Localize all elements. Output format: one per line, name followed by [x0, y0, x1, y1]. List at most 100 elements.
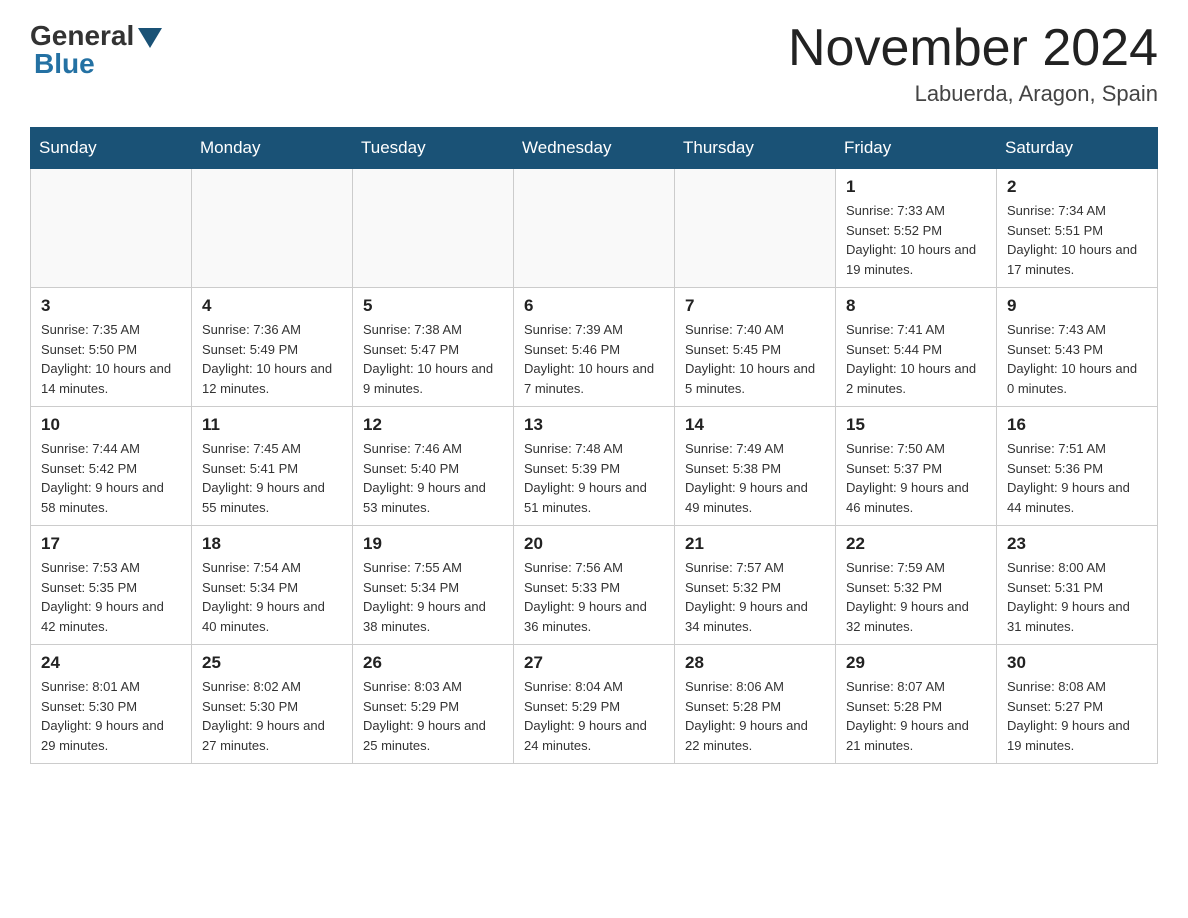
day-number: 14 — [685, 415, 825, 435]
day-number: 11 — [202, 415, 342, 435]
calendar-cell: 13 Sunrise: 7:48 AMSunset: 5:39 PMDayligh… — [514, 407, 675, 526]
day-info: Sunrise: 7:46 AMSunset: 5:40 PMDaylight:… — [363, 439, 503, 517]
day-info: Sunrise: 8:01 AMSunset: 5:30 PMDaylight:… — [41, 677, 181, 755]
calendar-week-4: 17Sunrise: 7:53 AMSunset: 5:35 PMDayligh… — [31, 526, 1158, 645]
page-header: General Blue November 2024 Labuerda, Ara… — [30, 20, 1158, 107]
calendar-header-row: SundayMondayTuesdayWednesdayThursdayFrid… — [31, 128, 1158, 169]
day-info: Sunrise: 7:40 AMSunset: 5:45 PMDaylight:… — [685, 320, 825, 398]
day-info: Sunrise: 7:54 AMSunset: 5:34 PMDaylight:… — [202, 558, 342, 636]
day-number: 26 — [363, 653, 503, 673]
weekday-header-thursday: Thursday — [675, 128, 836, 169]
day-info: Sunrise: 8:07 AMSunset: 5:28 PMDaylight:… — [846, 677, 986, 755]
calendar-cell: 22 Sunrise: 7:59 AMSunset: 5:32 PMDayligh… — [836, 526, 997, 645]
calendar-cell: 7Sunrise: 7:40 AMSunset: 5:45 PMDaylight… — [675, 288, 836, 407]
day-info: Sunrise: 7:59 AMSunset: 5:32 PMDaylight:… — [846, 558, 986, 636]
title-section: November 2024 Labuerda, Aragon, Spain — [788, 20, 1158, 107]
day-number: 10 — [41, 415, 181, 435]
calendar-cell: 28Sunrise: 8:06 AMSunset: 5:28 PMDayligh… — [675, 645, 836, 764]
weekday-header-friday: Friday — [836, 128, 997, 169]
day-number: 18 — [202, 534, 342, 554]
day-number: 21 — [685, 534, 825, 554]
day-info: Sunrise: 7:56 AMSunset: 5:33 PMDaylight:… — [524, 558, 664, 636]
day-info: Sunrise: 8:06 AMSunset: 5:28 PMDaylight:… — [685, 677, 825, 755]
calendar-cell — [675, 169, 836, 288]
day-number: 20 — [524, 534, 664, 554]
day-number: 13 — [524, 415, 664, 435]
day-number: 6 — [524, 296, 664, 316]
day-number: 17 — [41, 534, 181, 554]
calendar-cell: 1Sunrise: 7:33 AMSunset: 5:52 PMDaylight… — [836, 169, 997, 288]
weekday-header-saturday: Saturday — [997, 128, 1158, 169]
calendar-week-3: 10 Sunrise: 7:44 AMSunset: 5:42 PMDayligh… — [31, 407, 1158, 526]
day-info: Sunrise: 7:34 AMSunset: 5:51 PMDaylight:… — [1007, 201, 1147, 279]
calendar-cell: 30 Sunrise: 8:08 AMSunset: 5:27 PMDayligh… — [997, 645, 1158, 764]
day-info: Sunrise: 7:48 AMSunset: 5:39 PMDaylight:… — [524, 439, 664, 517]
day-info: Sunrise: 7:49 AMSunset: 5:38 PMDaylight:… — [685, 439, 825, 517]
day-number: 9 — [1007, 296, 1147, 316]
day-info: Sunrise: 7:50 AMSunset: 5:37 PMDaylight:… — [846, 439, 986, 517]
weekday-header-wednesday: Wednesday — [514, 128, 675, 169]
day-info: Sunrise: 7:41 AMSunset: 5:44 PMDaylight:… — [846, 320, 986, 398]
weekday-header-monday: Monday — [192, 128, 353, 169]
day-number: 12 — [363, 415, 503, 435]
day-number: 29 — [846, 653, 986, 673]
calendar-week-5: 24 Sunrise: 8:01 AMSunset: 5:30 PMDayligh… — [31, 645, 1158, 764]
weekday-header-tuesday: Tuesday — [353, 128, 514, 169]
logo-triangle-icon — [138, 28, 162, 48]
calendar-cell: 19 Sunrise: 7:55 AMSunset: 5:34 PMDayligh… — [353, 526, 514, 645]
day-number: 5 — [363, 296, 503, 316]
day-info: Sunrise: 7:36 AMSunset: 5:49 PMDaylight:… — [202, 320, 342, 398]
calendar-cell: 5 Sunrise: 7:38 AMSunset: 5:47 PMDaylight… — [353, 288, 514, 407]
day-info: Sunrise: 7:57 AMSunset: 5:32 PMDaylight:… — [685, 558, 825, 636]
calendar-cell: 9 Sunrise: 7:43 AMSunset: 5:43 PMDaylight… — [997, 288, 1158, 407]
day-info: Sunrise: 8:04 AMSunset: 5:29 PMDaylight:… — [524, 677, 664, 755]
day-info: Sunrise: 7:44 AMSunset: 5:42 PMDaylight:… — [41, 439, 181, 517]
calendar-cell: 26 Sunrise: 8:03 AMSunset: 5:29 PMDayligh… — [353, 645, 514, 764]
day-info: Sunrise: 7:51 AMSunset: 5:36 PMDaylight:… — [1007, 439, 1147, 517]
calendar-cell: 23 Sunrise: 8:00 AMSunset: 5:31 PMDayligh… — [997, 526, 1158, 645]
day-number: 15 — [846, 415, 986, 435]
calendar-cell: 15 Sunrise: 7:50 AMSunset: 5:37 PMDayligh… — [836, 407, 997, 526]
day-info: Sunrise: 7:55 AMSunset: 5:34 PMDaylight:… — [363, 558, 503, 636]
day-number: 23 — [1007, 534, 1147, 554]
calendar-cell: 11Sunrise: 7:45 AMSunset: 5:41 PMDayligh… — [192, 407, 353, 526]
calendar-cell: 27 Sunrise: 8:04 AMSunset: 5:29 PMDayligh… — [514, 645, 675, 764]
calendar-cell: 6 Sunrise: 7:39 AMSunset: 5:46 PMDaylight… — [514, 288, 675, 407]
calendar-cell — [31, 169, 192, 288]
day-number: 24 — [41, 653, 181, 673]
day-number: 27 — [524, 653, 664, 673]
month-title: November 2024 — [788, 20, 1158, 77]
location: Labuerda, Aragon, Spain — [788, 81, 1158, 107]
calendar-cell: 10 Sunrise: 7:44 AMSunset: 5:42 PMDayligh… — [31, 407, 192, 526]
calendar-cell: 3Sunrise: 7:35 AMSunset: 5:50 PMDaylight… — [31, 288, 192, 407]
day-number: 1 — [846, 177, 986, 197]
day-info: Sunrise: 7:38 AMSunset: 5:47 PMDaylight:… — [363, 320, 503, 398]
calendar-cell — [514, 169, 675, 288]
calendar-cell: 2 Sunrise: 7:34 AMSunset: 5:51 PMDaylight… — [997, 169, 1158, 288]
weekday-header-sunday: Sunday — [31, 128, 192, 169]
calendar-week-2: 3Sunrise: 7:35 AMSunset: 5:50 PMDaylight… — [31, 288, 1158, 407]
calendar-cell: 14 Sunrise: 7:49 AMSunset: 5:38 PMDayligh… — [675, 407, 836, 526]
logo-blue-text: Blue — [34, 48, 95, 80]
day-number: 2 — [1007, 177, 1147, 197]
day-number: 19 — [363, 534, 503, 554]
calendar-cell: 8Sunrise: 7:41 AMSunset: 5:44 PMDaylight… — [836, 288, 997, 407]
day-number: 4 — [202, 296, 342, 316]
day-info: Sunrise: 8:00 AMSunset: 5:31 PMDaylight:… — [1007, 558, 1147, 636]
day-info: Sunrise: 8:08 AMSunset: 5:27 PMDaylight:… — [1007, 677, 1147, 755]
day-info: Sunrise: 7:43 AMSunset: 5:43 PMDaylight:… — [1007, 320, 1147, 398]
calendar-cell: 16 Sunrise: 7:51 AMSunset: 5:36 PMDayligh… — [997, 407, 1158, 526]
calendar-cell: 12 Sunrise: 7:46 AMSunset: 5:40 PMDayligh… — [353, 407, 514, 526]
calendar-cell: 17Sunrise: 7:53 AMSunset: 5:35 PMDayligh… — [31, 526, 192, 645]
day-number: 3 — [41, 296, 181, 316]
day-number: 16 — [1007, 415, 1147, 435]
calendar-week-1: 1Sunrise: 7:33 AMSunset: 5:52 PMDaylight… — [31, 169, 1158, 288]
logo: General Blue — [30, 20, 162, 80]
calendar-cell: 4 Sunrise: 7:36 AMSunset: 5:49 PMDaylight… — [192, 288, 353, 407]
day-number: 30 — [1007, 653, 1147, 673]
day-info: Sunrise: 7:39 AMSunset: 5:46 PMDaylight:… — [524, 320, 664, 398]
day-number: 22 — [846, 534, 986, 554]
day-info: Sunrise: 8:03 AMSunset: 5:29 PMDaylight:… — [363, 677, 503, 755]
calendar-cell: 25Sunrise: 8:02 AMSunset: 5:30 PMDayligh… — [192, 645, 353, 764]
calendar-table: SundayMondayTuesdayWednesdayThursdayFrid… — [30, 127, 1158, 764]
